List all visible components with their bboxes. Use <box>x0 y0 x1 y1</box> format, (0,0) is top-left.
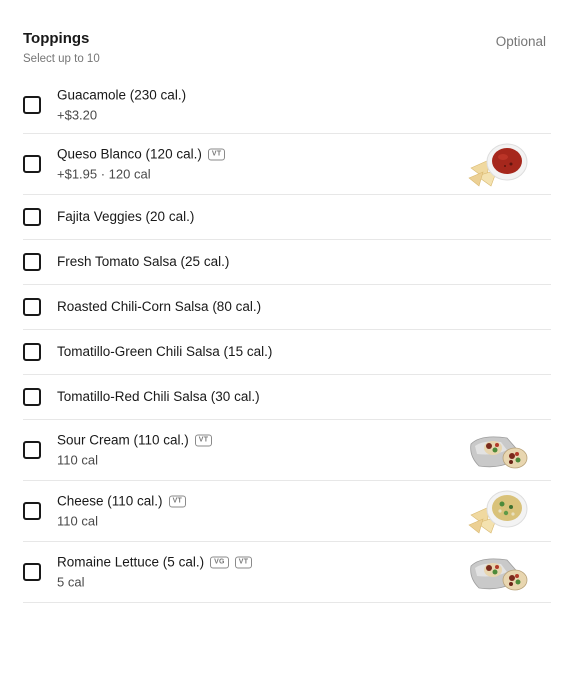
chips-and-salsa-image <box>468 143 528 187</box>
topping-name: Fresh Tomato Salsa (25 cal.) <box>57 254 230 269</box>
topping-text: Guacamole (230 cal.) +$3.20 <box>57 87 186 122</box>
topping-name: Cheese (110 cal.) <box>57 493 163 509</box>
topping-text: Romaine Lettuce (5 cal.) VG VT 5 cal <box>57 554 253 590</box>
checkbox[interactable] <box>23 208 41 226</box>
topping-text: Tomatillo-Green Chili Salsa (15 cal.) <box>57 343 272 361</box>
checkbox[interactable] <box>23 563 41 581</box>
vegan-badge: VG <box>210 556 229 568</box>
section-subtitle: Select up to 10 <box>23 53 100 65</box>
section-title: Toppings <box>23 30 90 47</box>
topping-name: Guacamole (230 cal.) <box>57 87 187 102</box>
topping-row-tomatillo-green-chili-salsa[interactable]: Tomatillo-Green Chili Salsa (15 cal.) <box>23 330 551 375</box>
checkbox[interactable] <box>23 95 41 114</box>
vegetarian-badge: VT <box>207 148 226 160</box>
topping-row-roasted-chili-corn-salsa[interactable]: Roasted Chili-Corn Salsa (80 cal.) <box>23 285 551 330</box>
topping-row-tomatillo-red-chili-salsa[interactable]: Tomatillo-Red Chili Salsa (30 cal.) <box>23 375 551 420</box>
topping-price: +$1.95 · 120 cal <box>57 166 151 182</box>
topping-row-fajita-veggies[interactable]: Fajita Veggies (20 cal.) <box>23 195 551 240</box>
chips-and-dip-image <box>468 490 528 534</box>
topping-text: Queso Blanco (120 cal.) VT +$1.95 · 120 … <box>57 146 226 182</box>
vegetarian-badge: VT <box>168 495 187 507</box>
topping-name: Romaine Lettuce (5 cal.) <box>57 554 205 570</box>
optional-label: Optional <box>495 34 546 49</box>
topping-row-queso-blanco[interactable]: Queso Blanco (120 cal.) VT +$1.95 · 120 … <box>23 134 551 195</box>
burrito-image <box>470 436 528 469</box>
topping-calories: 5 cal <box>57 574 85 590</box>
topping-name: Roasted Chili-Corn Salsa (80 cal.) <box>57 299 262 314</box>
topping-row-sour-cream[interactable]: Sour Cream (110 cal.) VT 110 cal <box>23 420 551 481</box>
topping-name: Tomatillo-Red Chili Salsa (30 cal.) <box>57 389 260 404</box>
section-header: Toppings Select up to 10 Optional <box>23 28 551 76</box>
topping-text: Fajita Veggies (20 cal.) <box>57 208 194 226</box>
topping-text: Tomatillo-Red Chili Salsa (30 cal.) <box>57 388 260 406</box>
topping-calories: 110 cal <box>57 513 98 529</box>
topping-text: Fresh Tomato Salsa (25 cal.) <box>57 253 229 271</box>
checkbox[interactable] <box>23 343 41 361</box>
topping-name: Queso Blanco (120 cal.) <box>57 146 202 162</box>
topping-name: Fajita Veggies (20 cal.) <box>57 209 195 224</box>
topping-text: Sour Cream (110 cal.) VT 110 cal <box>57 432 213 468</box>
topping-row-romaine-lettuce[interactable]: Romaine Lettuce (5 cal.) VG VT 5 cal <box>23 542 551 603</box>
topping-calories: 110 cal <box>57 452 98 468</box>
topping-row-fresh-tomato-salsa[interactable]: Fresh Tomato Salsa (25 cal.) <box>23 240 551 285</box>
topping-row-guacamole[interactable]: Guacamole (230 cal.) +$3.20 <box>23 76 551 134</box>
checkbox[interactable] <box>23 298 41 316</box>
checkbox[interactable] <box>23 502 41 520</box>
checkbox[interactable] <box>23 253 41 271</box>
vegetarian-badge: VT <box>234 556 253 568</box>
topping-text: Cheese (110 cal.) VT 110 cal <box>57 493 187 529</box>
toppings-list: Guacamole (230 cal.) +$3.20 Queso Blanco… <box>23 76 551 603</box>
checkbox[interactable] <box>23 388 41 406</box>
topping-text: Roasted Chili-Corn Salsa (80 cal.) <box>57 298 261 316</box>
burrito-image <box>470 558 528 591</box>
checkbox[interactable] <box>23 441 41 459</box>
topping-name: Tomatillo-Green Chili Salsa (15 cal.) <box>57 344 273 359</box>
vegetarian-badge: VT <box>194 434 213 446</box>
topping-row-cheese[interactable]: Cheese (110 cal.) VT 110 cal <box>23 481 551 542</box>
topping-name: Sour Cream (110 cal.) <box>57 432 189 448</box>
checkbox[interactable] <box>23 155 41 173</box>
topping-price: +$3.20 <box>57 107 98 122</box>
toppings-section: Toppings Select up to 10 Optional Guacam… <box>23 28 551 603</box>
